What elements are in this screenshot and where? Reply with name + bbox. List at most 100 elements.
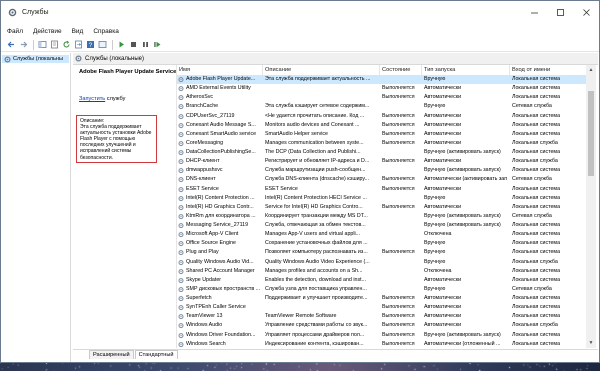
service-name: SMP дисковых пространств ...: [186, 285, 260, 292]
scrollbar-thumb[interactable]: [588, 91, 594, 176]
table-row[interactable]: Windows Audio Управление средствами работ…: [177, 321, 586, 330]
maximize-button[interactable]: [547, 1, 573, 24]
service-name: Office Source Engine: [186, 240, 236, 247]
scroll-down-arrow-icon[interactable]: ▼: [586, 338, 596, 348]
table-row[interactable]: Office Source Engine Сохранение установоч…: [177, 239, 586, 248]
column-header-logon[interactable]: Вход от имени: [510, 65, 586, 75]
gear-icon: [178, 312, 186, 321]
service-name: Conexant SmartAudio service: [186, 130, 257, 137]
service-startup-type: Вручную: [424, 240, 446, 247]
close-button[interactable]: [573, 1, 599, 24]
service-name: Microsoft App-V Client: [186, 231, 239, 238]
column-header-description[interactable]: Описание: [263, 65, 380, 75]
view-tabs: Расширенный Стандартный: [73, 349, 598, 359]
tab-extended[interactable]: Расширенный: [89, 350, 134, 359]
service-description: Управление средствами работы со звук...: [265, 322, 368, 329]
service-status: Выполняется: [382, 121, 415, 128]
service-logon: Сетевая служба: [512, 285, 552, 292]
gear-icon: [178, 121, 186, 130]
service-description: Регистрирует и обновляет IP-адреса и D..…: [265, 158, 370, 165]
table-row[interactable]: BranchCache Эта служба кэширует сетевое с…: [177, 102, 586, 111]
column-header-startup-type[interactable]: Тип запуска: [422, 65, 510, 75]
menu-action[interactable]: Действие: [33, 28, 62, 35]
table-row[interactable]: CoreMessaging Manages communication betwe…: [177, 139, 586, 148]
service-description: Служба DNS-клиента (dnscache) кэширу...: [265, 176, 369, 183]
view-icon: [98, 41, 106, 48]
table-row[interactable]: Intel(R) HD Graphics Contr... Service for…: [177, 203, 586, 212]
menu-view[interactable]: Вид: [72, 28, 84, 35]
table-row[interactable]: Intel(R) Content Protection ... Intel(R) …: [177, 194, 586, 203]
table-row[interactable]: SMP дисковых пространств ... Служба узла …: [177, 285, 586, 294]
service-startup-type: Автоматически: [424, 121, 462, 128]
export-button[interactable]: [73, 40, 83, 50]
minimize-button[interactable]: [521, 1, 547, 24]
properties-button[interactable]: [49, 40, 59, 50]
service-status: Выполняется: [382, 130, 415, 137]
menu-file[interactable]: Файл: [7, 28, 23, 35]
column-header-status[interactable]: Состояние: [380, 65, 422, 75]
tree-item-services-local[interactable]: Службы (локальны: [2, 55, 69, 63]
table-row[interactable]: DHCP-клиент Регистрирует и обновляет IP-а…: [177, 157, 586, 166]
refresh-button[interactable]: [61, 40, 71, 50]
table-row[interactable]: AMD External Events Utility Выполняется Ав…: [177, 84, 586, 93]
gear-icon: [178, 166, 186, 175]
table-row[interactable]: Windows Driver Foundation... Управляет пр…: [177, 331, 586, 340]
service-logon: Локальная система: [512, 340, 561, 347]
table-row[interactable]: KtmRm для координатора ... Координирует т…: [177, 212, 586, 221]
service-status: Выполняется: [382, 139, 415, 146]
vertical-scrollbar[interactable]: ▲ ▼: [586, 65, 596, 348]
table-row[interactable]: TeamViewer 13 TeamViewer Remote Software В…: [177, 312, 586, 321]
service-description: Служба узла для поставщика управлен...: [265, 285, 367, 292]
table-row[interactable]: dmwappushsvc Служба маршрутизации push-со…: [177, 166, 586, 175]
gear-icon: [178, 258, 186, 267]
toolbar-separator: [112, 39, 113, 50]
service-startup-type: Автоматически: [424, 203, 462, 210]
service-logon: Локальная система: [512, 276, 561, 283]
pause-service-button[interactable]: [140, 40, 150, 50]
show-tree-button[interactable]: [37, 40, 47, 50]
table-row[interactable]: Messaging Service_27119 Служба, отвечающа…: [177, 221, 586, 230]
help-button[interactable]: ?: [85, 40, 95, 50]
start-service-link[interactable]: Запустить: [79, 96, 105, 102]
service-name: BranchCache: [186, 103, 219, 110]
service-status: [382, 148, 422, 157]
table-row[interactable]: AtherosSvc Выполняется Автоматически Локаль…: [177, 93, 586, 102]
menu-bar: Файл Действие Вид Справка: [1, 25, 599, 37]
table-row[interactable]: DNS-клиент Служба DNS-клиента (dnscache) …: [177, 175, 586, 184]
table-row[interactable]: Shared PC Account Manager Manages profile…: [177, 267, 586, 276]
table-row[interactable]: CDPUserSvc_27119 <Не удается прочитать оп…: [177, 112, 586, 121]
tab-standard[interactable]: Стандартный: [134, 350, 178, 359]
service-name: CoreMessaging: [186, 139, 224, 146]
service-name: Skype Updater: [186, 276, 222, 283]
table-row[interactable]: Skype Updater Enables the detection, down…: [177, 276, 586, 285]
start-service-button[interactable]: [116, 40, 126, 50]
table-row[interactable]: Quality Windows Audio Vid... Quality Wind…: [177, 258, 586, 267]
table-row[interactable]: Plug and Play Позволяет компьютеру распоз…: [177, 248, 586, 257]
scroll-up-arrow-icon[interactable]: ▲: [586, 65, 596, 75]
stop-service-button[interactable]: [128, 40, 138, 50]
extended-view-button[interactable]: [97, 40, 107, 50]
menu-help[interactable]: Справка: [93, 28, 119, 35]
title-bar[interactable]: Службы: [1, 1, 599, 24]
table-row[interactable]: DataCollectionPublishingSe... The DCP (Da…: [177, 148, 586, 157]
gear-icon: [4, 55, 11, 63]
service-description: Manages App-V users and virtual appli...: [265, 231, 361, 238]
column-header-name[interactable]: Имя: [177, 65, 263, 75]
service-startup-type: Автоматически (отложенный ...: [424, 340, 501, 347]
table-row[interactable]: SynTPEnh Caller Service Выполняется Автома…: [177, 303, 586, 312]
table-row[interactable]: ESET Service ESET Service Выполняется Автом…: [177, 185, 586, 194]
forward-button[interactable]: [18, 40, 28, 50]
description-box: Описание: Эта служба поддерживает актуал…: [76, 115, 157, 163]
table-row[interactable]: Microsoft App-V Client Manages App-V user…: [177, 230, 586, 239]
table-row[interactable]: Conexant Audio Message S... Monitors audi…: [177, 121, 586, 130]
service-logon: Локальная система: [512, 231, 561, 238]
back-button[interactable]: [6, 40, 16, 50]
table-row[interactable]: Conexant SmartAudio service SmartAudio He…: [177, 130, 586, 139]
restart-service-button[interactable]: [152, 40, 162, 50]
table-row[interactable]: Windows Search Индексирование контента, к…: [177, 340, 586, 348]
gear-icon: [178, 203, 186, 212]
table-row[interactable]: Adobe Flash Player Update... Эта служба п…: [177, 75, 586, 85]
table-row[interactable]: Superfetch Поддерживает и улучшает произв…: [177, 294, 586, 303]
service-status: [382, 276, 422, 285]
gear-icon: [178, 157, 186, 166]
